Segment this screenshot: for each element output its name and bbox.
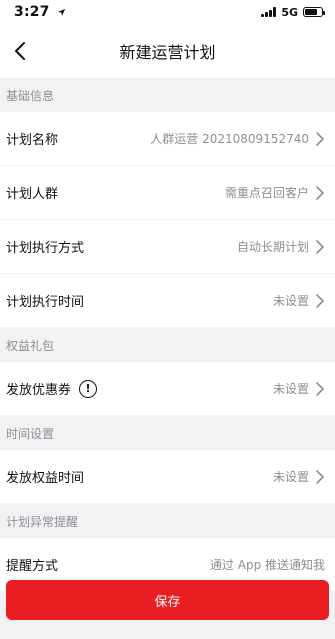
row-value: 需重点召回客户 <box>224 186 309 200</box>
chevron-right-icon <box>316 293 324 308</box>
row-value: 人群运营 20210809152740 <box>150 132 309 146</box>
section-header-basic: 基础信息 <box>0 78 335 112</box>
row-label: 发放优惠券 <box>6 383 72 398</box>
back-arrow-icon <box>15 42 25 60</box>
status-indicators: 5G <box>261 5 325 19</box>
back-button[interactable] <box>8 39 32 63</box>
row-label: 计划执行方式 <box>6 241 85 256</box>
row-plan-audience[interactable]: 计划人群 需重点召回客户 <box>0 166 335 220</box>
signal-icon <box>261 7 277 17</box>
row-label: 计划人群 <box>6 187 59 202</box>
section-header-alert: 计划异常提醒 <box>0 504 335 538</box>
chevron-right-icon <box>316 185 324 200</box>
save-button[interactable]: 保存 <box>6 580 329 620</box>
section-header-time: 时间设置 <box>0 416 335 450</box>
row-issue-coupon[interactable]: 发放优惠券 ! 未设置 <box>0 362 335 416</box>
row-value: 未设置 <box>272 294 309 308</box>
row-execution-time[interactable]: 计划执行时间 未设置 <box>0 274 335 328</box>
save-bar: 保存 <box>0 580 335 620</box>
row-plan-name[interactable]: 计划名称 人群运营 20210809152740 <box>0 112 335 166</box>
nav-bar: 新建运营计划 <box>0 24 335 78</box>
row-label: 计划名称 <box>6 133 59 148</box>
chevron-right-icon <box>316 469 324 484</box>
chevron-right-icon <box>316 131 324 146</box>
row-value: 自动长期计划 <box>236 240 309 254</box>
status-time: 3:27 <box>14 4 66 20</box>
row-value: 未设置 <box>272 470 309 484</box>
info-icon[interactable]: ! <box>79 379 98 398</box>
battery-icon <box>303 7 325 17</box>
page-title: 新建运营计划 <box>119 43 216 62</box>
chevron-right-icon <box>316 381 324 396</box>
row-label: 计划执行时间 <box>6 295 85 310</box>
row-label: 发放权益时间 <box>6 471 85 486</box>
row-benefit-time[interactable]: 发放权益时间 未设置 <box>0 450 335 504</box>
row-value: 通过 App 推送通知我 <box>209 558 325 572</box>
row-execution-mode[interactable]: 计划执行方式 自动长期计划 <box>0 220 335 274</box>
row-value: 未设置 <box>272 382 309 396</box>
status-bar: 3:27 5G <box>0 0 335 24</box>
section-header-gift: 权益礼包 <box>0 328 335 362</box>
location-arrow-icon <box>57 8 65 16</box>
network-type: 5G <box>281 5 298 19</box>
row-label: 提醒方式 <box>6 559 59 574</box>
chevron-right-icon <box>316 239 324 254</box>
